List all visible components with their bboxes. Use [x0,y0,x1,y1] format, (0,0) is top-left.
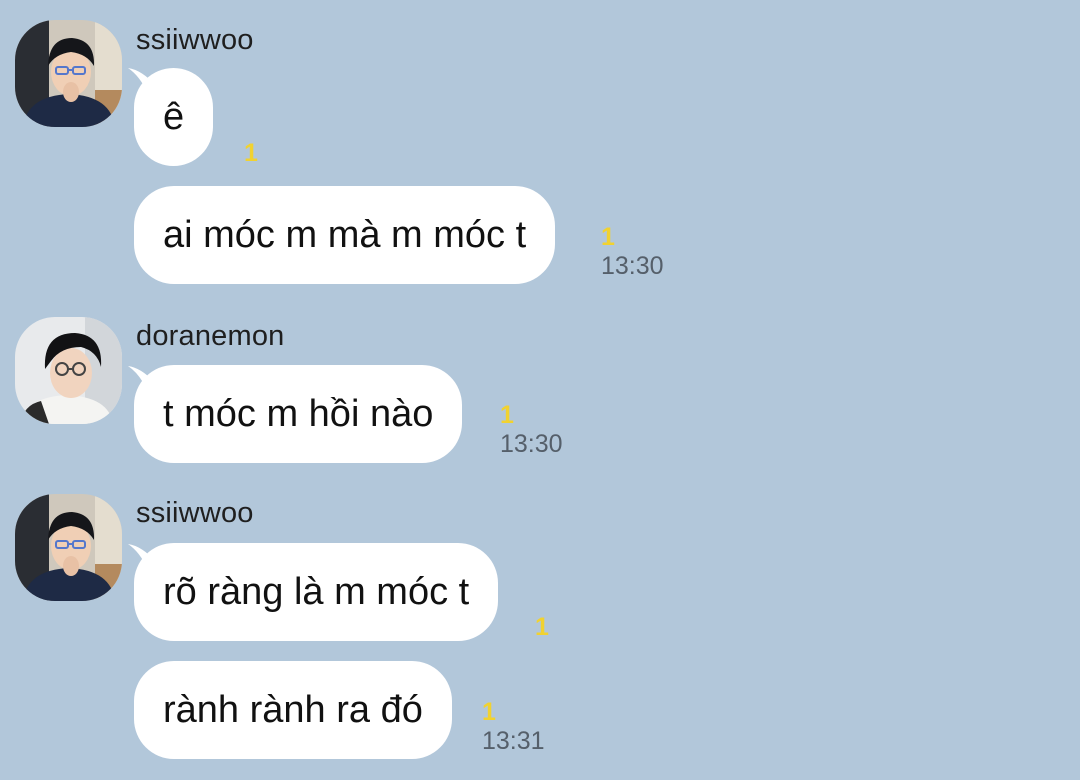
message-time: 13:31 [482,727,545,755]
message-meta: 1 13:30 [500,402,563,459]
sender-name: ssiiwwoo [136,497,254,529]
profile-photo-icon [15,317,122,424]
unread-count: 1 [244,139,258,167]
message-bubble[interactable]: rành rành ra đó [134,661,452,759]
message-meta: 1 [244,140,258,167]
message-meta: 1 13:31 [482,699,545,756]
avatar-ssiiwwoo[interactable] [15,494,122,601]
message-bubble[interactable]: ê [134,68,214,166]
avatar-doranemon[interactable] [15,317,122,424]
sender-name: doranemon [136,320,285,352]
sender-name: ssiiwwoo [136,24,254,56]
message-time: 13:30 [500,430,563,458]
avatar-ssiiwwoo[interactable] [15,20,122,127]
unread-count: 1 [482,698,496,726]
message-meta: 1 [535,614,549,641]
unread-count: 1 [500,401,514,429]
unread-count: 1 [535,613,549,641]
message-time: 13:30 [601,252,664,280]
profile-photo-icon [15,20,122,127]
message-bubble[interactable]: rõ ràng là m móc t [134,543,499,641]
message-meta: 1 13:30 [601,224,664,281]
message-bubble[interactable]: t móc m hồi nào [134,365,463,463]
chat-room: ssiiwwoo ê 1 ai móc m mà m móc t 1 13:30… [0,0,1080,780]
profile-photo-icon [15,494,122,601]
unread-count: 1 [601,223,615,251]
message-bubble[interactable]: ai móc m mà m móc t [134,186,556,284]
